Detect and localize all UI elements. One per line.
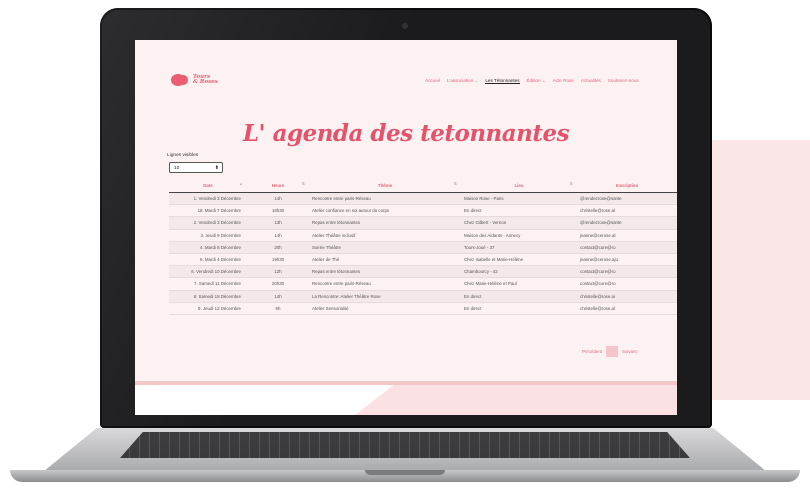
laptop-notch (365, 470, 445, 475)
main-nav: Accueil L'association ⌄ Les Tétonnantes … (425, 78, 639, 84)
cell-place: Chambourcy - 42 (461, 265, 577, 279)
entries-label: Lignes visibles (167, 153, 199, 158)
cell-theme: Atelier confiance en soi autour du corps (309, 204, 461, 218)
cell-place: Tours-Joué - 37 (461, 241, 577, 254)
cell-place: En direct (461, 290, 577, 303)
cell-registration[interactable]: contact@cure@ro (577, 241, 677, 254)
cell-theme: Repas entre tétonnantes (309, 216, 461, 230)
cell-date: 4. Mardi 8 Décembre (169, 241, 247, 254)
cell-place: En direct (461, 302, 577, 315)
table-row: 1. Vendredi 3 Décembre 14h Rencontre ent… (169, 192, 677, 206)
cell-place: En direct (461, 204, 577, 218)
cell-place: Maison des Aidants - Annecy (461, 229, 577, 242)
webcam (402, 23, 408, 29)
pagination-next[interactable]: Suivant (622, 349, 637, 354)
cell-place: Maison Rose - Paris (461, 192, 577, 206)
sort-icon: ⇅ (453, 181, 457, 186)
cell-date: 1. Vendredi 3 Décembre (169, 192, 247, 206)
cell-registration[interactable]: christelle@rose.ai (577, 290, 677, 303)
cell-registration[interactable]: contact@cure@ro (577, 265, 677, 279)
site-logo[interactable]: Tours & Roses (171, 74, 218, 86)
cell-registration[interactable]: @rendezrose@sante (577, 216, 677, 230)
cell-theme: Rencontre entre pairs-Réseau (309, 277, 461, 291)
nav-item-soutenez[interactable]: Soutenez-nous (608, 78, 639, 84)
logo-icon (171, 74, 188, 86)
column-header-date[interactable]: Date ▲ (169, 178, 247, 193)
table-row: 8. Samedi 18 Décembre 14h La Rencontre: … (169, 290, 677, 303)
logo-text: Tours & Roses (193, 74, 218, 85)
cell-date: 18. Mardi 7 Décembre (169, 204, 247, 218)
table-header-row: Date ▲ Heure ⇅ Thème ⇅ Lieu ⇅ Inscription (169, 178, 677, 193)
pagination: Précédent Suivant (582, 346, 637, 357)
cell-date: 8. Samedi 18 Décembre (169, 290, 247, 303)
table-row: 2. Vendredi 3 Décembre 13h Repas entre t… (169, 216, 677, 230)
column-header-theme[interactable]: Thème ⇅ (309, 178, 461, 193)
pagination-current-page[interactable] (606, 346, 619, 357)
sort-icon: ⇅ (301, 181, 305, 186)
cell-date: 3. Jeudi 9 Décembre (169, 229, 247, 242)
cell-time: 20h30 (247, 277, 309, 291)
cell-date: 2. Vendredi 3 Décembre (169, 216, 247, 230)
table-row: 7. Samedi 11 Décembre 20h30 Rencontre en… (169, 277, 677, 291)
cell-date: 9. Jeudi 12 Décembre (169, 302, 247, 315)
cell-time: 13h (247, 216, 309, 230)
sort-icon: ▲ (239, 181, 243, 186)
sort-icon: ⇅ (569, 181, 573, 186)
cell-registration[interactable]: christelle@rose.al (577, 204, 677, 218)
cell-time: 14h (247, 192, 309, 206)
cell-registration[interactable]: jeanne@cerose.aju (577, 253, 677, 267)
table-row: 9. Jeudi 12 Décembre 9h Atelier Sensoria… (169, 302, 677, 315)
pagination-previous[interactable]: Précédent (582, 349, 602, 354)
page-title: L' agenda des tetonnantes (242, 120, 570, 147)
cell-registration[interactable]: contact@cure@ro (577, 277, 677, 291)
table-row: 6. Vendredi 10 Décembre 12h Repas entre … (169, 265, 677, 279)
cell-theme: La Rencontre: Atelier Théâtre Rose (309, 290, 461, 303)
cell-date: 7. Samedi 11 Décembre (169, 277, 247, 291)
cell-time: 18h30 (247, 204, 309, 218)
logo-text-line2: & Roses (193, 79, 218, 85)
nav-item-association[interactable]: L'association ⌄ (447, 78, 479, 84)
entries-select-value: 10 (174, 166, 180, 171)
cell-time: 14h (247, 290, 309, 303)
entries-select[interactable]: 10 ⬍ (169, 162, 223, 173)
agenda-table: Date ▲ Heure ⇅ Thème ⇅ Lieu ⇅ Inscription 1.… (169, 178, 677, 315)
footer-decoration (355, 385, 677, 415)
cell-date: 6. Vendredi 10 Décembre (169, 265, 247, 279)
table-row: 3. Jeudi 9 Décembre 14h Atelier Théâtre … (169, 229, 677, 242)
background-decoration (700, 140, 810, 400)
column-header-time[interactable]: Heure ⇅ (247, 178, 309, 193)
table-row: 4. Mardi 8 Décembre 20h Soirée Théâtre T… (169, 241, 677, 254)
cell-theme: Atelier de Thé (309, 253, 461, 267)
cell-place: Chez Marie-Hélène et Paul (461, 277, 577, 291)
cell-registration[interactable]: @rendezrose@sante (577, 192, 677, 206)
nav-item-actualites[interactable]: Actualités (581, 78, 601, 84)
nav-item-edition[interactable]: Édition ⌄ (527, 78, 546, 84)
column-header-registration[interactable]: Inscription (577, 178, 677, 193)
cell-theme: Rencontre entre pairs-Réseau (309, 192, 461, 206)
cell-place: Chez Isabelle et Marie-Hélène (461, 253, 577, 267)
nav-item-tetonnantes[interactable]: Les Tétonnantes (485, 78, 520, 84)
select-caret-icon: ⬍ (214, 165, 219, 171)
cell-time: 12h (247, 265, 309, 279)
cell-time: 14h (247, 229, 309, 242)
table-row: 5. Mardi 4 Décembre 19h30 Atelier de Thé… (169, 253, 677, 267)
cell-time: 9h (247, 302, 309, 315)
laptop-keyboard (120, 432, 690, 458)
laptop-screen: Tours & Roses Accueil L'association ⌄ Le… (135, 40, 677, 415)
cell-theme: Atelier Sensorialité (309, 302, 461, 315)
cell-place: Chez Gilbert - Vernon (461, 216, 577, 230)
cell-theme: Repas entre tétonnantes (309, 265, 461, 279)
cell-time: 19h30 (247, 253, 309, 267)
cell-date: 5. Mardi 4 Décembre (169, 253, 247, 267)
cell-theme: Atelier Théâtre inclusif (309, 229, 461, 242)
cell-theme: Soirée Théâtre (309, 241, 461, 254)
cell-registration[interactable]: christelle@rose.al (577, 302, 677, 315)
nav-item-acte-rose[interactable]: Acte Rose (553, 78, 574, 84)
cell-registration[interactable]: jeanne@cerose.al (577, 229, 677, 242)
nav-item-accueil[interactable]: Accueil (425, 78, 440, 84)
table-row: 18. Mardi 7 Décembre 18h30 Atelier confi… (169, 204, 677, 218)
column-header-place[interactable]: Lieu ⇅ (461, 178, 577, 193)
cell-time: 20h (247, 241, 309, 254)
